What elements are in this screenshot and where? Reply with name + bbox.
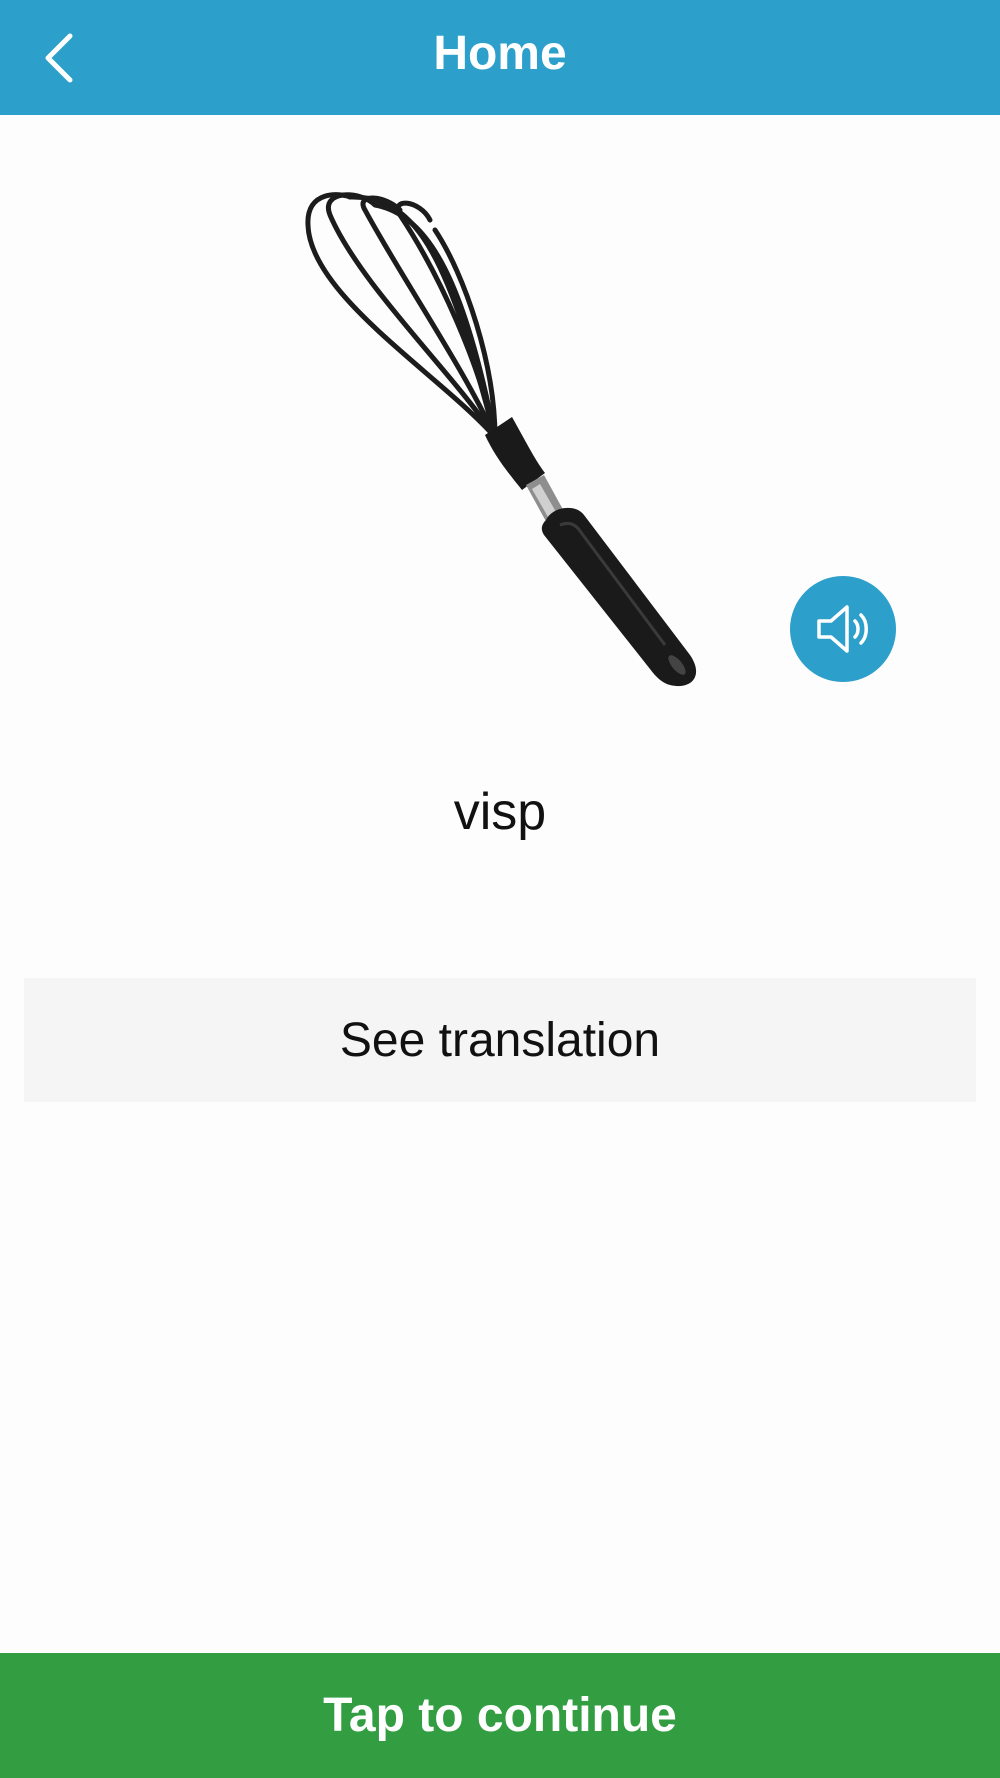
whisk-illustration bbox=[305, 192, 697, 687]
continue-button[interactable]: Tap to continue bbox=[0, 1653, 1000, 1778]
see-translation-button[interactable]: See translation bbox=[24, 978, 976, 1102]
play-audio-button[interactable] bbox=[790, 576, 896, 682]
flashcard-screen: Home visp See translation Tap to continu… bbox=[0, 0, 1000, 1778]
top-app-bar: Home bbox=[0, 0, 1000, 115]
speaker-icon bbox=[817, 605, 868, 653]
word-label: visp bbox=[453, 783, 547, 841]
page-title: Home bbox=[433, 27, 567, 80]
